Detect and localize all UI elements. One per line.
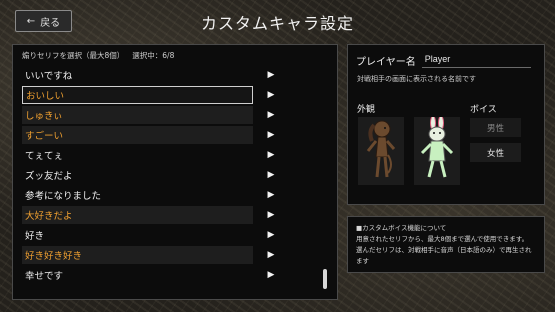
line-row: ズッ友だよ ▶ bbox=[22, 165, 325, 185]
line-item[interactable]: しゅきぃ bbox=[22, 106, 253, 124]
line-row: 好き好き好き ▶ bbox=[22, 245, 325, 265]
line-item[interactable]: 幸せです bbox=[22, 266, 253, 284]
line-row: 大好きだよ ▶ bbox=[22, 205, 325, 225]
line-item[interactable]: 好き好き好き bbox=[22, 246, 253, 264]
voice-label: ボイス bbox=[470, 105, 497, 115]
lines-header-label: 煽りセリフを選択（最大8個） bbox=[22, 51, 125, 60]
play-icon[interactable]: ▶ bbox=[262, 150, 280, 160]
line-row: しゅきぃ ▶ bbox=[22, 105, 325, 125]
voice-female-button[interactable]: 女性 bbox=[470, 143, 521, 162]
line-row: てぇてぇ ▶ bbox=[22, 145, 325, 165]
play-icon[interactable]: ▶ bbox=[262, 250, 280, 260]
appearance-label: 外観 bbox=[357, 105, 376, 115]
line-row: 参考になりました ▶ bbox=[22, 185, 325, 205]
line-item[interactable]: ズッ友だよ bbox=[22, 166, 253, 184]
selected-count: 選択中：6/8 bbox=[132, 51, 175, 60]
voice-male-button[interactable]: 男性 bbox=[470, 118, 521, 137]
name-label: プレイヤー名 bbox=[356, 57, 416, 68]
play-icon[interactable]: ▶ bbox=[262, 130, 280, 140]
profile-panel: プレイヤー名 Player 対戦相手の画面に表示される名前です 外観 ボイス 男… bbox=[347, 44, 545, 205]
line-row: いいですね ▶ bbox=[22, 65, 325, 85]
play-icon[interactable]: ▶ bbox=[262, 90, 280, 100]
line-item[interactable]: いいですね bbox=[22, 66, 253, 84]
scrollbar[interactable] bbox=[323, 269, 327, 289]
line-item[interactable]: 大好きだよ bbox=[22, 206, 253, 224]
play-icon[interactable]: ▶ bbox=[262, 230, 280, 240]
name-row: プレイヤー名 Player bbox=[356, 53, 531, 68]
lines-panel: 煽りセリフを選択（最大8個） 選択中：6/8 いいですね ▶ おいしい ▶ しゅきぃ ▶ す… bbox=[12, 44, 338, 300]
page-title: カスタムキャラ設定 bbox=[200, 14, 354, 33]
play-icon[interactable]: ▶ bbox=[262, 170, 280, 180]
info-title: ■カスタムボイス機能について bbox=[356, 224, 447, 232]
info-panel: ■カスタムボイス機能について 用意されたセリフから、最大8個まで選んで使用できま… bbox=[347, 216, 545, 273]
lines-list: いいですね ▶ おいしい ▶ しゅきぃ ▶ すごーい ▶ てぇてぇ ▶ ズッ友だよ ▶ 参考になりました… bbox=[22, 65, 325, 285]
line-item[interactable]: 参考になりました bbox=[22, 186, 253, 204]
player-name-field[interactable]: Player bbox=[421, 53, 531, 68]
line-item[interactable]: 好き bbox=[22, 226, 253, 244]
line-item[interactable]: てぇてぇ bbox=[22, 146, 253, 164]
line-item[interactable]: すごーい bbox=[22, 126, 253, 144]
lines-header: 煽りセリフを選択（最大8個） 選択中：6/8 bbox=[13, 45, 337, 63]
info-line-1: 用意されたセリフから、最大8個まで選んで使用できます。 bbox=[356, 235, 529, 243]
dog-character[interactable] bbox=[358, 117, 404, 185]
line-row: おいしい ▶ bbox=[22, 85, 325, 105]
line-row: 幸せです ▶ bbox=[22, 265, 325, 285]
dog-character-icon bbox=[366, 120, 396, 178]
play-icon[interactable]: ▶ bbox=[262, 190, 280, 200]
rabbit-character[interactable] bbox=[414, 115, 460, 185]
name-note: 対戦相手の画面に表示される名前です bbox=[357, 75, 476, 83]
play-icon[interactable]: ▶ bbox=[262, 110, 280, 120]
info-line-2: 選んだセリフは、対戦相手に音声（日本語のみ）で再生されます bbox=[356, 246, 532, 265]
line-row: すごーい ▶ bbox=[22, 125, 325, 145]
rabbit-character-icon bbox=[420, 115, 454, 178]
line-item[interactable]: おいしい bbox=[22, 86, 253, 104]
play-icon[interactable]: ▶ bbox=[262, 270, 280, 280]
play-icon[interactable]: ▶ bbox=[262, 70, 280, 80]
line-row: 好き ▶ bbox=[22, 225, 325, 245]
play-icon[interactable]: ▶ bbox=[262, 210, 280, 220]
